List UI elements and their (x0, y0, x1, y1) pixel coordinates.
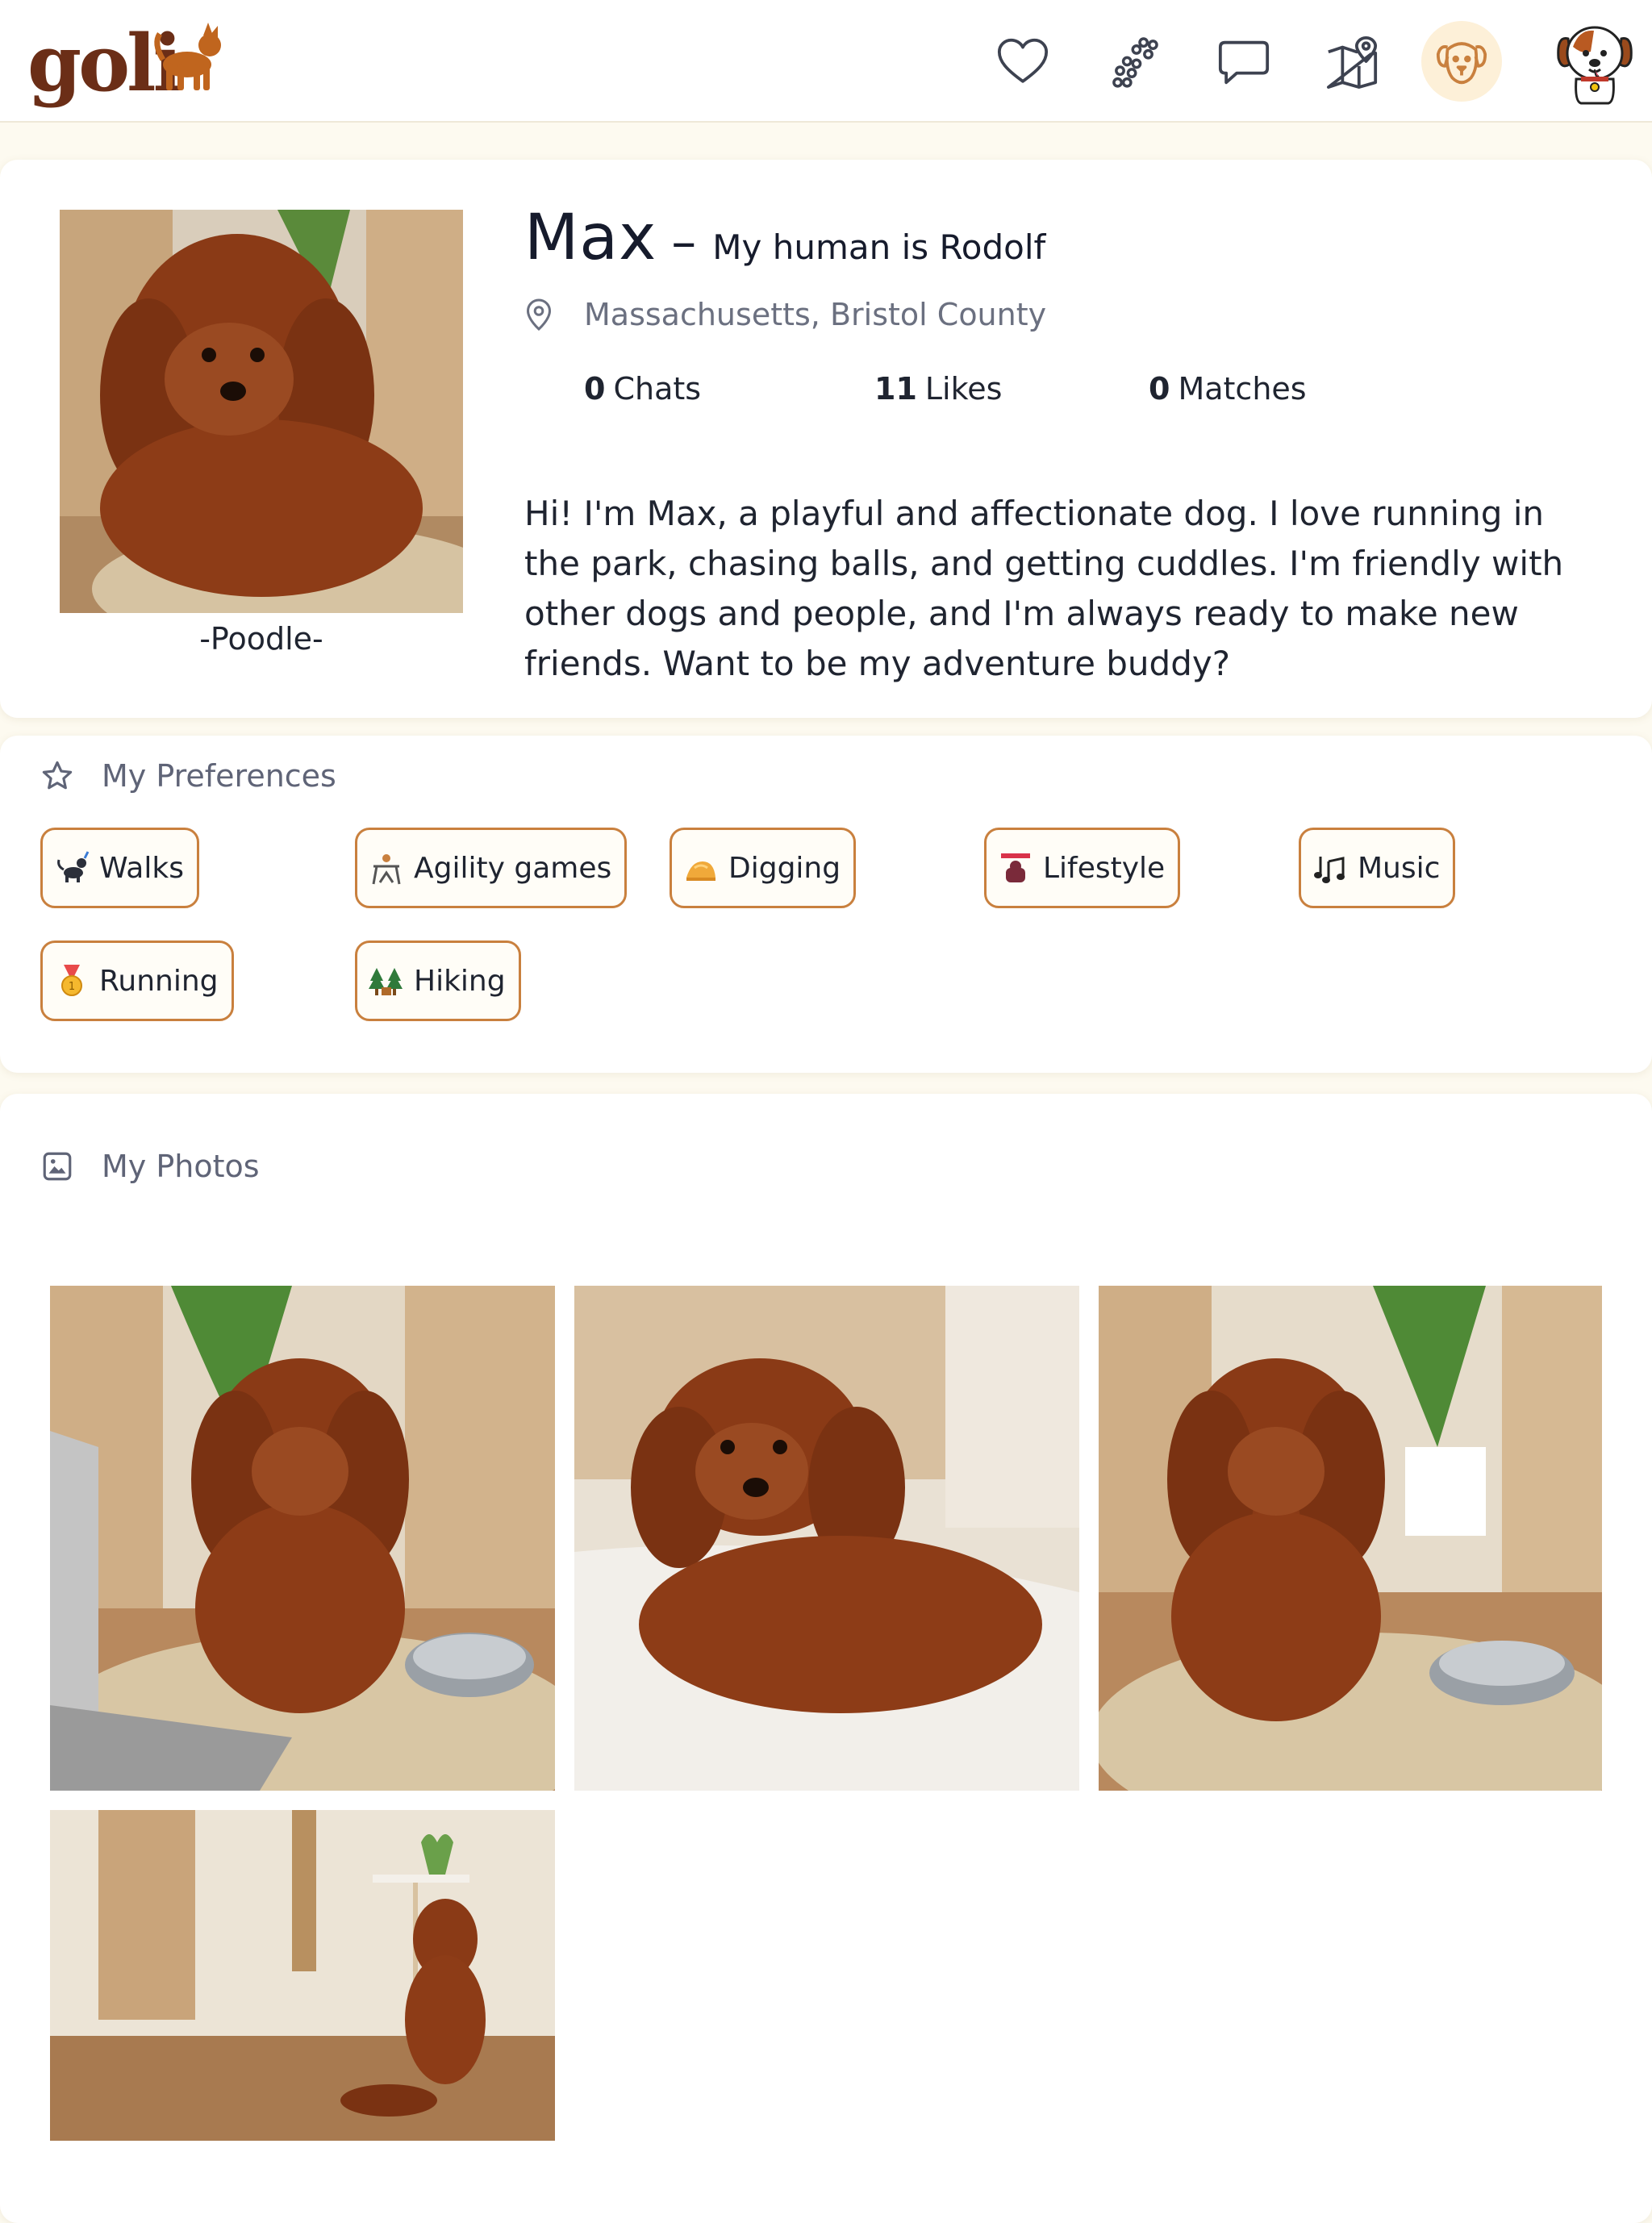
svg-text:1: 1 (69, 981, 75, 993)
stat-likes-value: 11 (874, 371, 917, 407)
pref-chip-label: Music (1358, 851, 1441, 885)
trees-emoji (369, 968, 403, 995)
agility-emoji (372, 854, 401, 885)
lifestyle-emoji (1001, 853, 1030, 882)
nav-likes[interactable] (982, 21, 1063, 102)
name-separator: – (671, 212, 697, 271)
star-icon (42, 761, 73, 790)
stat-chats-value: 0 (584, 371, 606, 407)
preferences-card: My Preferences Walks Agility games Diggi… (0, 736, 1652, 1073)
photos-card: My Photos (0, 1094, 1652, 2223)
location-text: Massachusetts, Bristol County (584, 297, 1047, 332)
pref-chip-label: Walks (99, 851, 184, 885)
user-avatar[interactable] (1552, 15, 1637, 106)
breed-label: -Poodle- (199, 621, 323, 657)
preferences-title-text: My Preferences (102, 758, 336, 794)
gallery-photo-3[interactable] (1099, 1286, 1602, 1791)
stat-likes-label: Likes (924, 371, 1003, 407)
dog-face-icon (1436, 42, 1487, 85)
gallery-photo-4[interactable] (50, 1810, 555, 2141)
image-icon (43, 1152, 72, 1181)
photos-title-text: My Photos (102, 1149, 260, 1184)
pref-chip-label: Running (99, 964, 219, 998)
location-pin-icon (526, 298, 552, 332)
profile-bio: Hi! I'm Max, a playful and affectionate … (524, 494, 1564, 683)
pref-chip-label: Lifestyle (1043, 851, 1166, 885)
stat-matches-value: 0 (1149, 371, 1170, 407)
goli-logo[interactable]: goli (27, 11, 221, 111)
nav-discover[interactable] (1094, 21, 1174, 102)
profile-photo[interactable] (60, 210, 463, 613)
pref-chip-digging[interactable]: Digging (670, 828, 857, 908)
dog-walk-emoji (57, 851, 90, 882)
stat-matches[interactable]: 0 Matches (1149, 371, 1307, 407)
pref-chip-hiking[interactable]: Hiking (355, 940, 521, 1021)
app-header: goli (0, 0, 1652, 123)
nav-chats[interactable] (1204, 21, 1284, 102)
profile-heading: Max – My human is Rodolf (524, 202, 1045, 274)
puppy-avatar-icon (1557, 26, 1633, 105)
paw-icon (1112, 37, 1158, 88)
stat-chats-label: Chats (613, 371, 702, 407)
medal-emoji: 1 (61, 965, 82, 996)
pref-chip-label: Hiking (414, 964, 506, 998)
map-icon (1326, 35, 1378, 89)
nav-my-dog[interactable] (1421, 21, 1502, 102)
stat-chats[interactable]: 0 Chats (584, 371, 701, 407)
heart-icon (997, 38, 1049, 83)
profile-card: -Poodle- Max – My human is Rodolf Massachu… (0, 160, 1652, 718)
photos-title: My Photos (40, 1149, 260, 1184)
digging-emoji (686, 861, 715, 881)
gallery-photo-1[interactable] (50, 1286, 555, 1791)
location-row: Massachusetts, Bristol County (524, 297, 1046, 332)
pref-chip-music[interactable]: Music (1299, 828, 1456, 908)
pref-chip-lifestyle[interactable]: Lifestyle (984, 828, 1181, 908)
nav-map[interactable] (1312, 21, 1392, 102)
pref-chip-label: Digging (728, 851, 841, 885)
pref-chip-agility-games[interactable]: Agility games (355, 828, 628, 908)
pref-chip-label: Agility games (414, 851, 612, 885)
pref-chip-running[interactable]: 1 Running (40, 940, 234, 1021)
pref-chip-walks[interactable]: Walks (40, 828, 199, 908)
stat-matches-label: Matches (1178, 371, 1307, 407)
stat-likes[interactable]: 11 Likes (874, 371, 1002, 407)
owner-label: My human is Rodolf (712, 227, 1046, 267)
gallery-photo-2[interactable] (574, 1286, 1079, 1791)
dog-name: Max (524, 202, 657, 274)
svg-text:goli: goli (27, 18, 181, 109)
preferences-title: My Preferences (40, 758, 336, 794)
chat-icon (1218, 40, 1270, 85)
music-notes-emoji (1314, 857, 1345, 883)
